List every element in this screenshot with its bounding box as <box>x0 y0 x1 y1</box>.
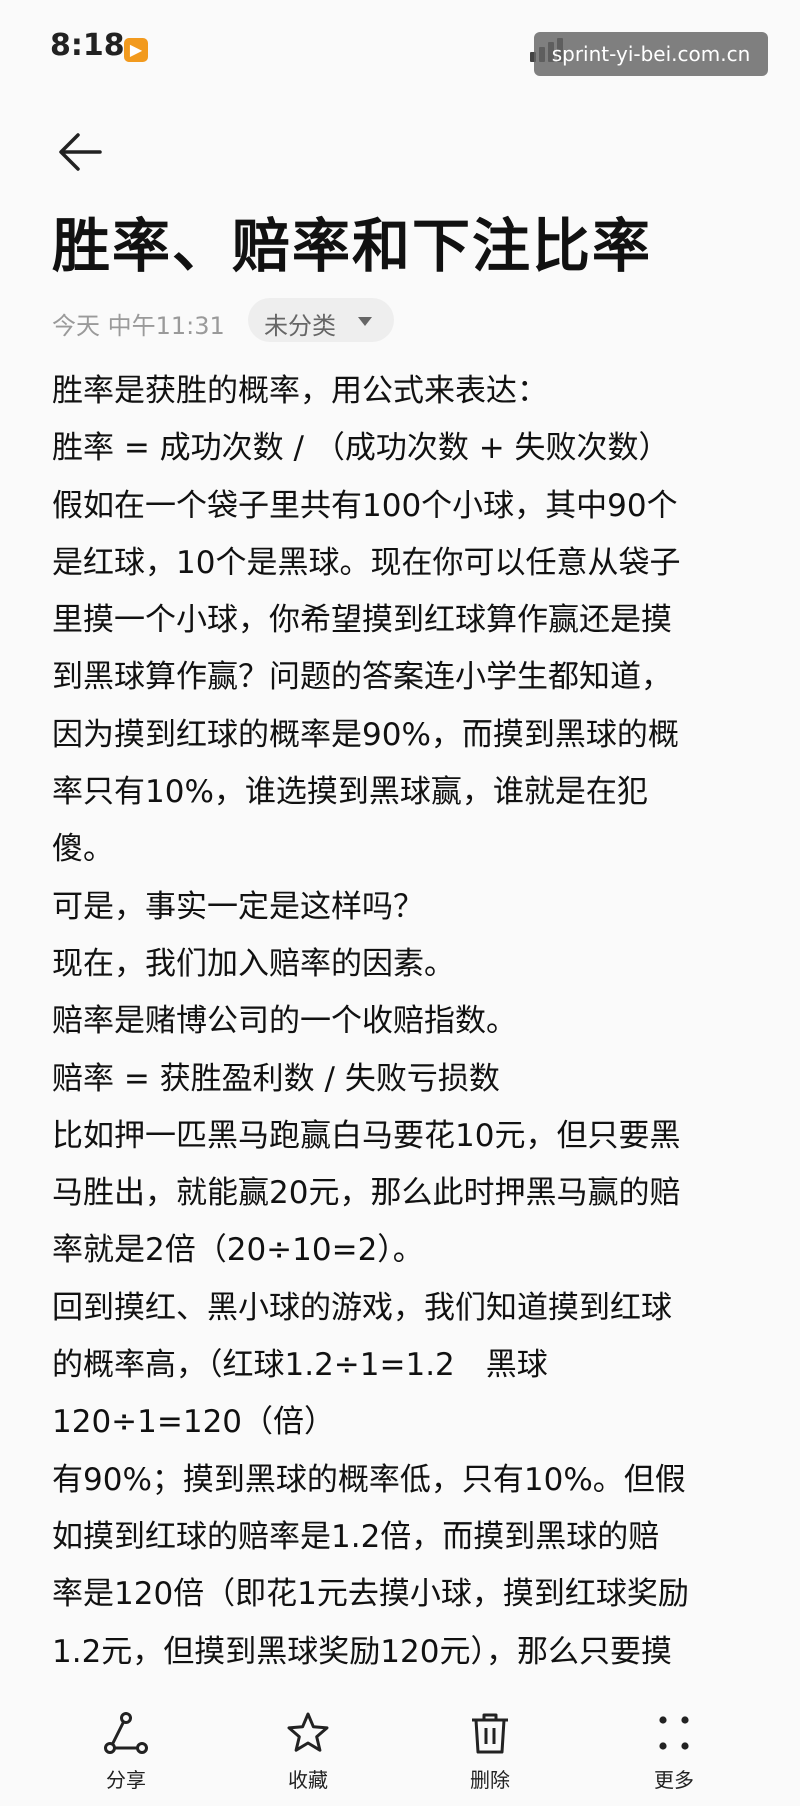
note-body-line: 率就是2倍（20÷10=2）。 <box>52 1232 424 1269</box>
favorite-button[interactable]: 收藏 <box>248 1690 368 1806</box>
category-label: 未分类 <box>264 312 336 340</box>
note-body-line: 是红球，10个是黑球。现在你可以任意从袋子 <box>52 544 681 581</box>
note-body-line: 里摸一个小球，你希望摸到红球算作赢还是摸 <box>52 602 672 639</box>
note-body-line: 现在，我们加入赔率的因素。 <box>52 945 455 982</box>
video-app-icon: ▶ <box>124 38 148 62</box>
note-body-line: 因为摸到红球的概率是90%，而摸到黑球的概 <box>52 716 679 753</box>
note-body-line: 率只有10%，谁选摸到黑球赢，谁就是在犯 <box>52 774 648 811</box>
share-label: 分享 <box>106 1768 146 1792</box>
note-body-line: 120÷1=120（倍） <box>52 1404 336 1441</box>
delete-label: 删除 <box>470 1768 510 1792</box>
note-body-line: 赔率是赌博公司的一个收赔指数。 <box>52 1003 517 1040</box>
more-dots-icon <box>659 1716 689 1750</box>
note-body-line: 假如在一个袋子里共有100个小球，其中90个 <box>52 487 678 524</box>
share-icon <box>104 1712 148 1754</box>
note-body-line: 傻。 <box>52 831 114 868</box>
note-body-line: 率是120倍（即花1元去摸小球，摸到红球奖励 <box>52 1576 689 1613</box>
more-button[interactable]: 更多 <box>614 1690 734 1806</box>
watermark: sprint-yi-bei.com.cn <box>534 32 768 76</box>
note-body-line: 胜率是获胜的概率，用公式来表达： <box>52 373 548 409</box>
share-button[interactable]: 分享 <box>66 1690 186 1806</box>
note-body-line: 如摸到红球的赔率是1.2倍，而摸到黑球的赔 <box>52 1518 660 1555</box>
status-bar: 8:18 ▶ sprint-yi-bei.com.cn <box>0 0 800 100</box>
trash-icon <box>472 1713 508 1754</box>
caret-down-icon <box>358 317 372 326</box>
note-body-line: 比如押一匹黑马跑赢白马要花10元，但只要黑 <box>52 1117 681 1154</box>
more-label: 更多 <box>654 1768 694 1792</box>
note-body-line: 有90%；摸到黑球的概率低，只有10%。但假 <box>52 1461 686 1498</box>
note-body-line: 马胜出，就能赢20元，那么此时押黑马赢的赔 <box>52 1175 681 1212</box>
note-body-line: 回到摸红、黑小球的游戏，我们知道摸到红球 <box>52 1289 672 1326</box>
note-body[interactable]: 胜率是获胜的概率，用公式来表达： 胜率 = 成功次数 / （成功次数 + 失败次数… <box>52 363 752 1681</box>
star-icon <box>287 1712 329 1752</box>
note-body-line: 胜率 = 成功次数 / （成功次数 + 失败次数） <box>52 430 670 467</box>
delete-button[interactable]: 删除 <box>430 1690 550 1806</box>
arrow-left-icon <box>59 133 102 171</box>
bottom-toolbar: 分享 收藏 删除 更多 <box>0 1690 800 1806</box>
note-body-line: 赔率 = 获胜盈利数 / 失败亏损数 <box>52 1060 500 1097</box>
note-body-line: 的概率高，（红球1.2÷1=1.2 黑球 <box>52 1347 548 1384</box>
note-title: 胜率、赔率和下注比率 <box>52 212 653 280</box>
note-body-line: 可是，事实一定是这样吗？ <box>52 888 424 925</box>
note-timestamp: 今天 中午11:31 <box>52 312 225 340</box>
category-dropdown[interactable]: 未分类 <box>248 298 394 342</box>
favorite-label: 收藏 <box>288 1768 328 1792</box>
note-body-line: 到黑球算作赢？问题的答案连小学生都知道， <box>52 659 672 696</box>
back-button[interactable] <box>52 124 108 180</box>
note-body-line: 1.2元，但摸到黑球奖励120元），那么只要摸 <box>52 1633 672 1670</box>
status-time: 8:18 <box>50 28 125 63</box>
